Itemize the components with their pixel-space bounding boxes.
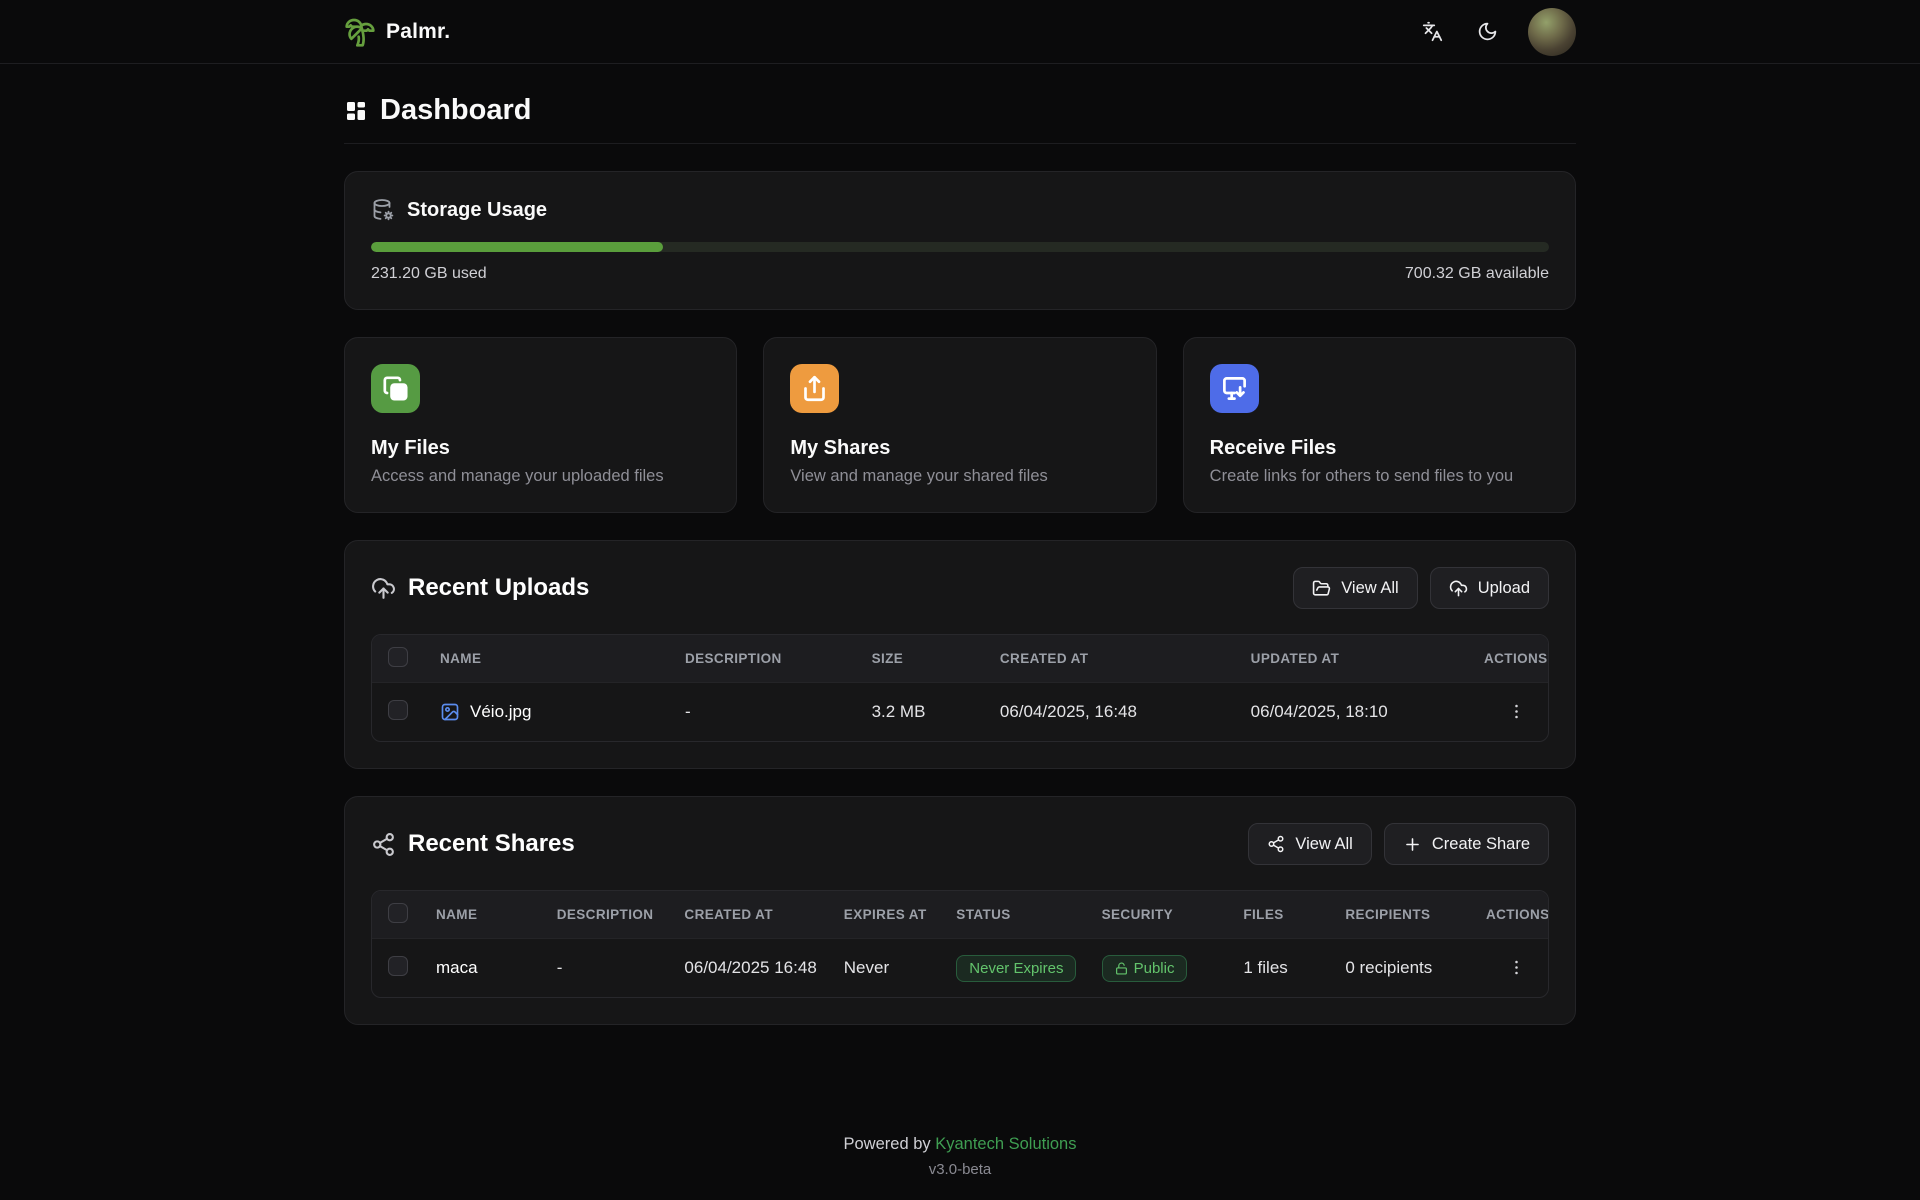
receive-files-description: Create links for others to send files to…	[1210, 467, 1549, 486]
share-files-count: 1 files	[1227, 939, 1329, 998]
security-badge-label: Public	[1134, 960, 1175, 977]
share-created-at: 06/04/2025 16:48	[668, 939, 827, 998]
my-files-description: Access and manage your uploaded files	[371, 467, 710, 486]
upload-file-updated-at: 06/04/2025, 18:10	[1235, 683, 1468, 742]
recent-uploads-title: Recent Uploads	[408, 574, 589, 602]
shares-table: NAME DESCRIPTION CREATED AT EXPIRES AT S…	[371, 890, 1549, 998]
storage-progress-fill	[371, 242, 663, 252]
language-switcher-button[interactable]	[1418, 17, 1447, 46]
app-version: v3.0-beta	[0, 1161, 1920, 1178]
shares-col-files: FILES	[1227, 891, 1329, 939]
shares-view-all-button[interactable]: View All	[1248, 823, 1371, 865]
shares-col-created: CREATED AT	[668, 891, 827, 939]
receive-files-title: Receive Files	[1210, 437, 1549, 460]
kebab-menu-icon	[1507, 958, 1526, 977]
palm-tree-icon	[344, 16, 376, 48]
shares-col-name: NAME	[420, 891, 541, 939]
uploads-view-all-button[interactable]: View All	[1293, 567, 1417, 609]
status-badge-label: Never Expires	[969, 960, 1063, 977]
my-shares-description: View and manage your shared files	[790, 467, 1129, 486]
company-link[interactable]: Kyantech Solutions	[935, 1135, 1076, 1153]
lock-open-icon	[1115, 962, 1128, 975]
upload-button-label: Upload	[1478, 579, 1530, 598]
moon-icon	[1477, 21, 1498, 42]
upload-button[interactable]: Upload	[1430, 567, 1549, 609]
database-gear-icon	[371, 198, 395, 222]
uploads-col-updated: UPDATED AT	[1235, 635, 1468, 683]
brand-logo[interactable]: Palmr.	[344, 16, 450, 48]
share-name[interactable]: maca	[420, 939, 541, 998]
top-navbar: Palmr.	[0, 0, 1920, 64]
shares-col-security: SECURITY	[1086, 891, 1228, 939]
uploads-col-created: CREATED AT	[984, 635, 1235, 683]
storage-progress-bar	[371, 242, 1549, 252]
cloud-upload-icon	[371, 576, 396, 601]
shares-select-all-checkbox[interactable]	[388, 903, 408, 923]
cloud-upload-icon	[1449, 579, 1468, 598]
create-share-label: Create Share	[1432, 835, 1530, 854]
share-nodes-icon	[1267, 835, 1285, 853]
share-row-actions-button[interactable]	[1501, 954, 1532, 981]
share-description: -	[541, 939, 669, 998]
upload-row-actions-button[interactable]	[1501, 698, 1532, 725]
storage-used-label: 231.20 GB used	[371, 265, 487, 283]
uploads-select-all-checkbox[interactable]	[388, 647, 408, 667]
upload-file-created-at: 06/04/2025, 16:48	[984, 683, 1235, 742]
share-export-icon	[790, 364, 839, 413]
storage-available-label: 700.32 GB available	[1405, 265, 1549, 283]
page-footer: Powered by Kyantech Solutions v3.0-beta	[0, 1135, 1920, 1200]
storage-usage-card: Storage Usage 231.20 GB used 700.32 GB a…	[344, 171, 1576, 310]
storage-usage-title: Storage Usage	[407, 199, 547, 222]
recent-shares-title: Recent Shares	[408, 830, 575, 858]
shares-view-all-label: View All	[1295, 835, 1352, 854]
recent-shares-card: Recent Shares View All	[344, 796, 1576, 1025]
page-title: Dashboard	[380, 94, 531, 127]
create-share-button[interactable]: Create Share	[1384, 823, 1549, 865]
shares-col-expires: EXPIRES AT	[828, 891, 941, 939]
share-expires-at: Never	[828, 939, 941, 998]
shares-col-status: STATUS	[940, 891, 1085, 939]
copy-files-icon	[371, 364, 420, 413]
image-file-icon	[440, 702, 460, 722]
uploads-col-size: SIZE	[856, 635, 984, 683]
monitor-download-icon	[1210, 364, 1259, 413]
share-recipients-count: 0 recipients	[1329, 939, 1470, 998]
shares-col-actions: ACTIONS	[1470, 891, 1548, 939]
my-shares-title: My Shares	[790, 437, 1129, 460]
uploads-col-actions: ACTIONS	[1468, 635, 1548, 683]
uploads-table: NAME DESCRIPTION SIZE CREATED AT UPDATED…	[371, 634, 1549, 742]
plus-icon	[1403, 835, 1422, 854]
shares-col-recipients: RECIPIENTS	[1329, 891, 1470, 939]
kebab-menu-icon	[1507, 702, 1526, 721]
folder-open-icon	[1312, 579, 1331, 598]
share-security-badge: Public	[1102, 955, 1188, 982]
upload-file-name[interactable]: Véio.jpg	[470, 702, 531, 722]
my-shares-card[interactable]: My Shares View and manage your shared fi…	[763, 337, 1156, 513]
upload-file-size: 3.2 MB	[856, 683, 984, 742]
upload-file-description: -	[669, 683, 856, 742]
uploads-col-name: NAME	[424, 635, 669, 683]
language-icon	[1422, 21, 1443, 42]
upload-row-checkbox[interactable]	[388, 700, 408, 720]
receive-files-card[interactable]: Receive Files Create links for others to…	[1183, 337, 1576, 513]
dashboard-main: Dashboard Storage Usage 231.20 GB use	[344, 64, 1576, 1135]
dashboard-grid-icon	[344, 99, 368, 123]
uploads-col-description: DESCRIPTION	[669, 635, 856, 683]
upload-table-row: Véio.jpg - 3.2 MB 06/04/2025, 16:48 06/0…	[372, 683, 1548, 742]
my-files-title: My Files	[371, 437, 710, 460]
share-row-checkbox[interactable]	[388, 956, 408, 976]
my-files-card[interactable]: My Files Access and manage your uploaded…	[344, 337, 737, 513]
share-nodes-icon	[371, 832, 396, 857]
uploads-view-all-label: View All	[1341, 579, 1398, 598]
share-table-row: maca - 06/04/2025 16:48 Never Never Expi…	[372, 939, 1548, 998]
powered-by-text: Powered by	[844, 1135, 936, 1153]
theme-toggle-button[interactable]	[1473, 17, 1502, 46]
recent-uploads-card: Recent Uploads View All	[344, 540, 1576, 769]
share-status-badge: Never Expires	[956, 955, 1076, 982]
user-avatar[interactable]	[1528, 8, 1576, 56]
brand-name: Palmr.	[386, 20, 450, 44]
shares-col-description: DESCRIPTION	[541, 891, 669, 939]
